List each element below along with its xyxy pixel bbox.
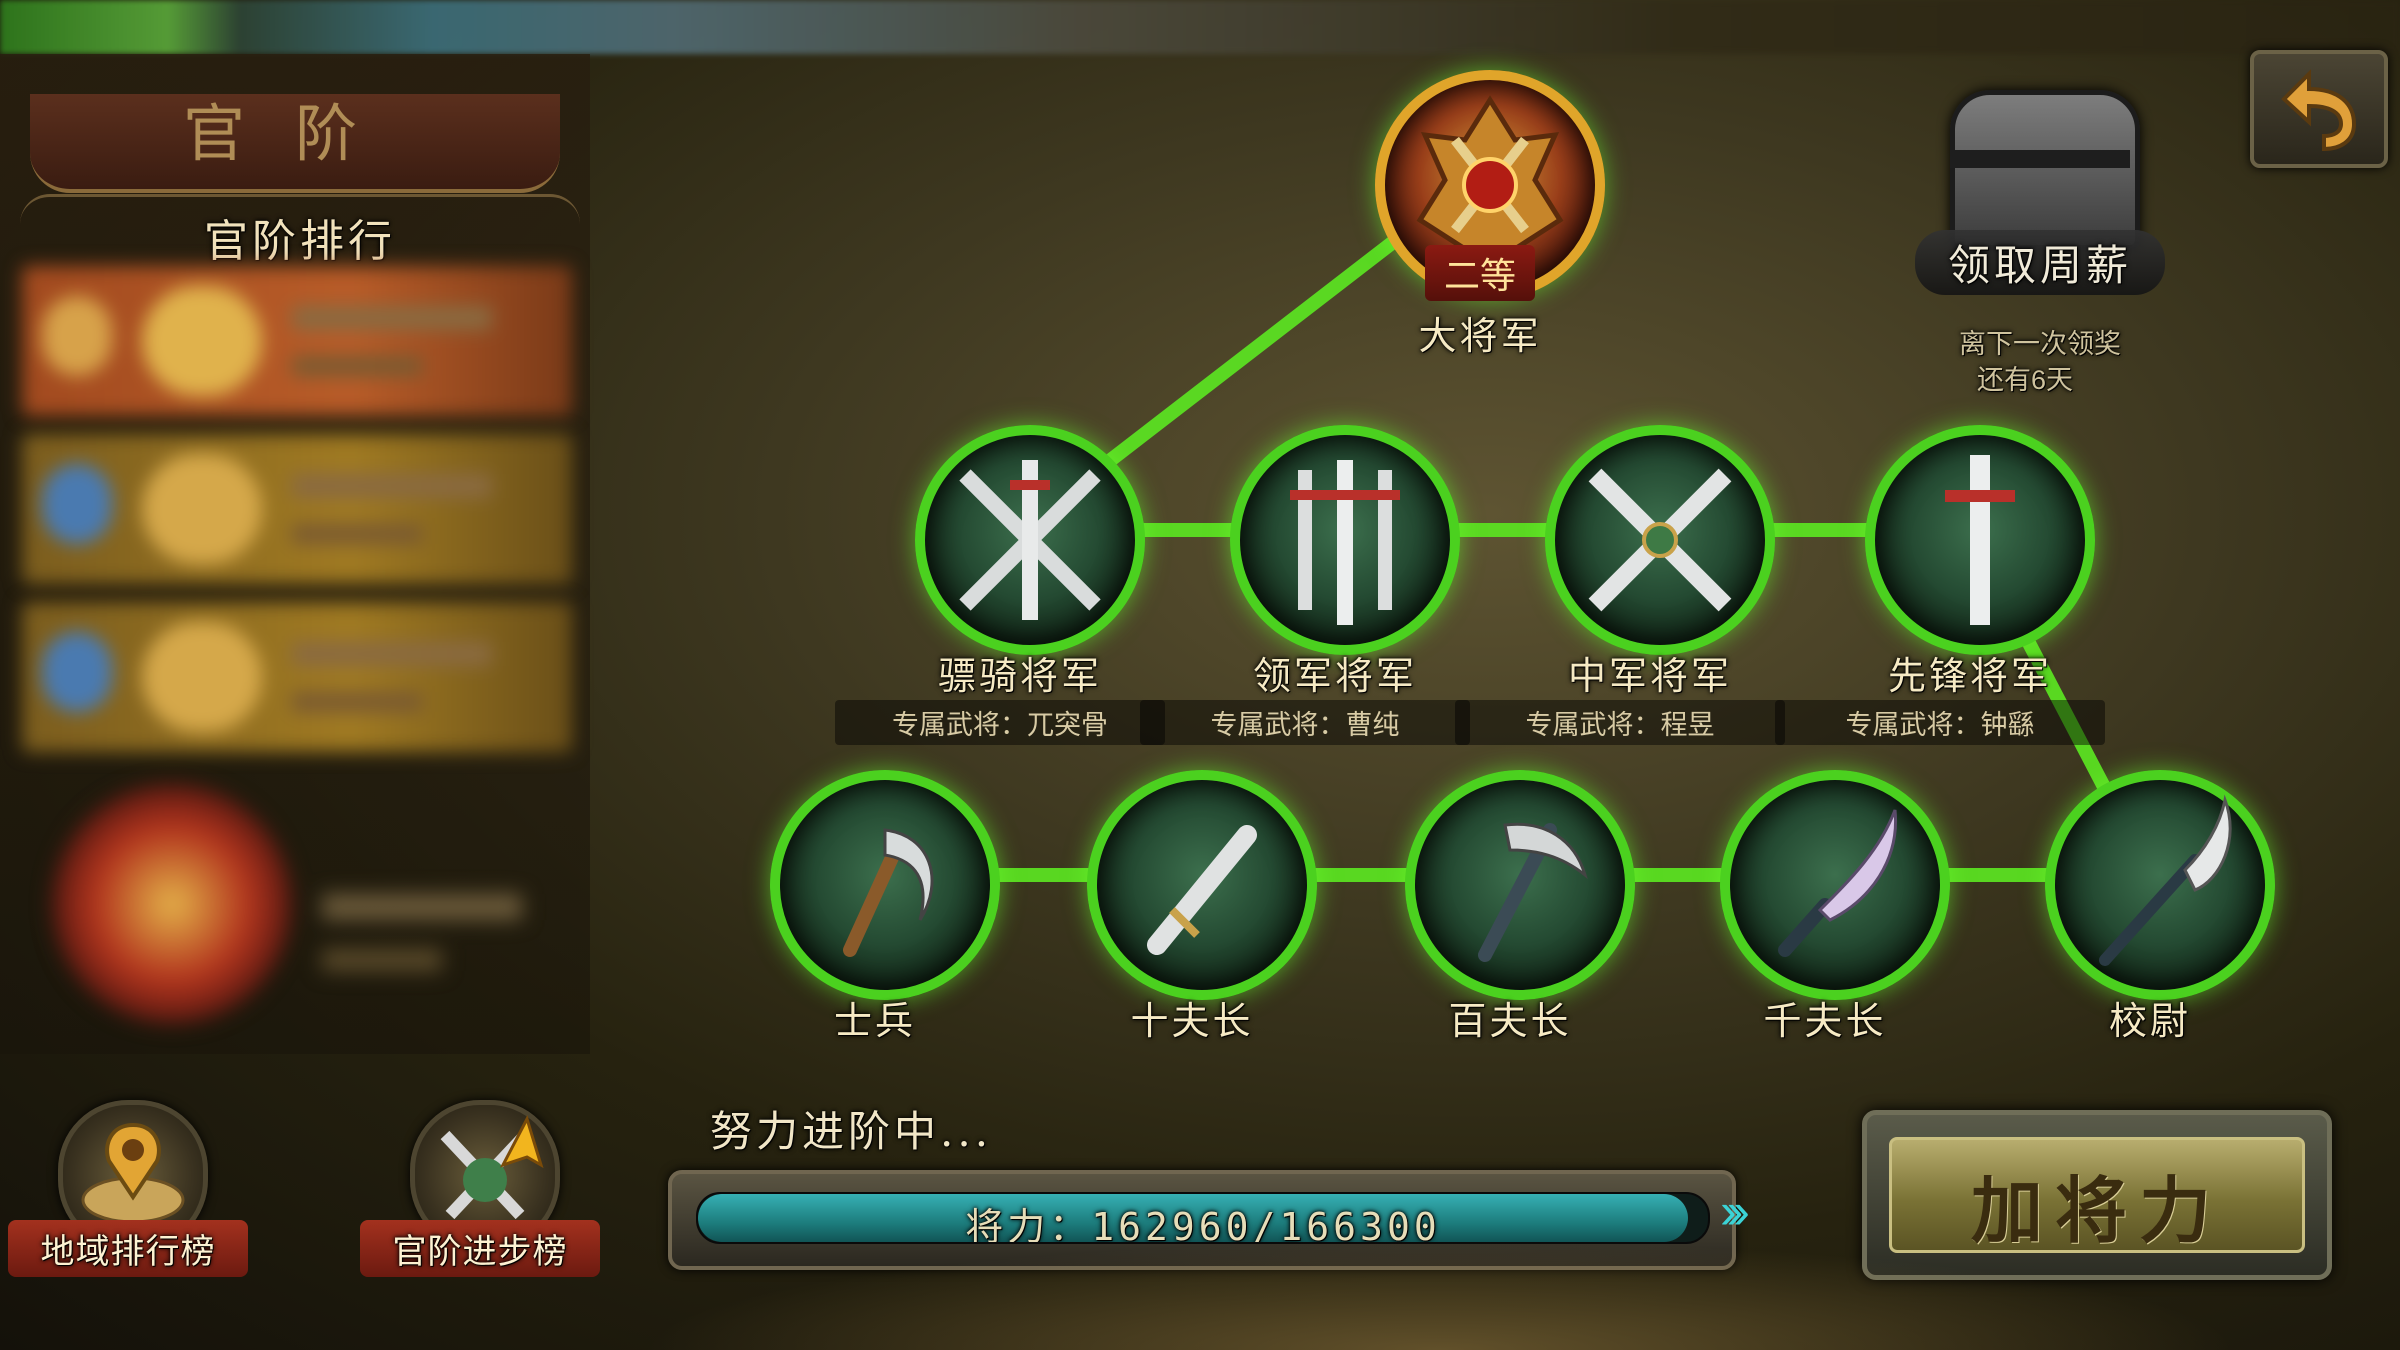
chest-band [1950, 150, 2130, 168]
rank-label: 千夫长 [1763, 999, 1887, 1043]
back-arrow-icon [2281, 69, 2357, 152]
back-button[interactable] [2250, 50, 2388, 168]
floor-decoration [640, 1240, 2240, 1350]
rank-node-vanguard-general[interactable] [1865, 425, 2095, 655]
rank-node-centurion[interactable] [1405, 770, 1635, 1000]
progress-text: 将力：162960/166300 [965, 1205, 1441, 1244]
rank-label: 大将军 [1418, 314, 1542, 358]
sickle-icon [843, 828, 934, 957]
weekly-salary-button[interactable]: 领取周薪 [1915, 80, 2165, 295]
rank-node-cavalry-general[interactable] [915, 425, 1145, 655]
rank-label: 百夫长 [1448, 999, 1572, 1043]
progress-track: 将力：162960/166300 [696, 1192, 1710, 1244]
rank-label: 先锋将军 [1887, 654, 2052, 698]
rank-node-chiliarch[interactable] [1720, 770, 1950, 1000]
weekly-salary-label: 领取周薪 [1915, 230, 2165, 295]
rank-label: 骠骑将军 [937, 654, 1102, 698]
rank-label: 十夫长 [1130, 999, 1254, 1043]
exclusive-general: 专属武将：曹纯 [1140, 700, 1470, 745]
grade-badge: 二等 [1425, 245, 1535, 301]
glaive-icon [2099, 794, 2232, 966]
treasure-chest-icon [1950, 90, 2140, 250]
rank-node-central-general[interactable] [1545, 425, 1775, 655]
rank-node-captain[interactable] [2045, 770, 2275, 1000]
dagger-icon [1147, 825, 1257, 955]
add-power-inner: 加将力 [1889, 1137, 2305, 1253]
crossed-swords-icon [1588, 468, 1732, 612]
progress-arrows-icon: ››› [1720, 1183, 1750, 1239]
exclusive-general: 专属武将：钟繇 [1775, 700, 2105, 745]
single-sword-icon [1945, 455, 2015, 625]
exclusive-general: 专属武将：程昱 [1455, 700, 1785, 745]
pickaxe-icon [1478, 822, 1588, 962]
curved-blade-icon [1778, 809, 1898, 957]
triple-swords-icon [959, 460, 1101, 620]
rank-node-soldier[interactable] [770, 770, 1000, 1000]
rank-label: 士兵 [833, 999, 916, 1043]
progress-caption: 努力进阶中... [710, 1107, 993, 1156]
next-reward-line1: 离下一次领奖 [1959, 329, 2121, 359]
exclusive-general: 专属武将：兀突骨 [835, 700, 1165, 745]
next-reward-line2: 还有6天 [1976, 365, 2074, 395]
rank-node-leading-general[interactable] [1230, 425, 1460, 655]
rank-label: 领军将军 [1252, 654, 1417, 698]
rank-label: 校尉 [2108, 999, 2191, 1043]
rank-node-squad-leader[interactable] [1087, 770, 1317, 1000]
rank-label: 中军将军 [1567, 654, 1732, 698]
three-swords-icon [1290, 460, 1400, 625]
